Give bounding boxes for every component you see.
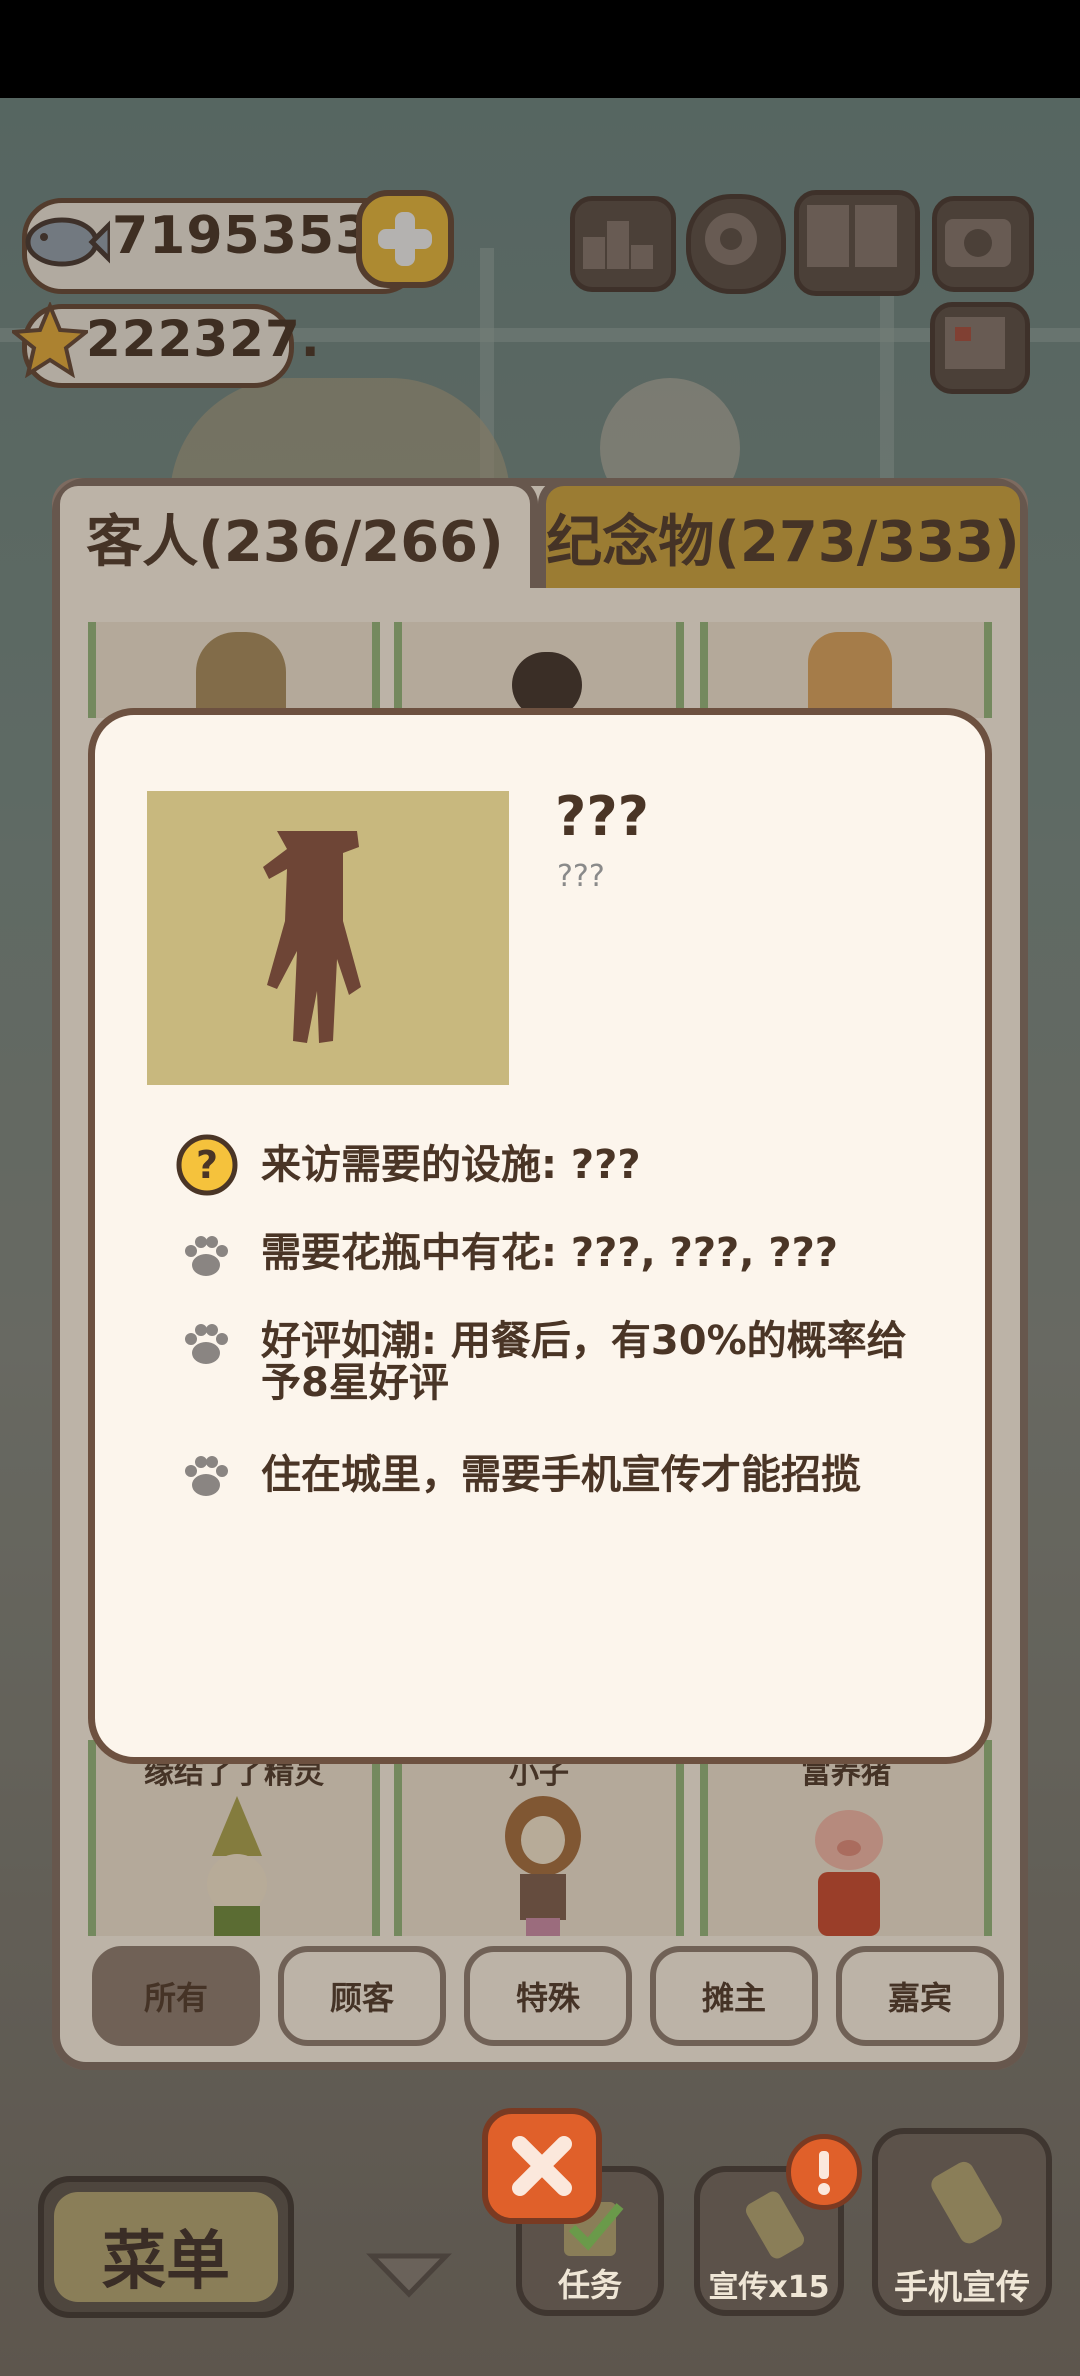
paw-icon bbox=[181, 1231, 231, 1281]
guest-subtitle: ??? bbox=[557, 859, 605, 894]
close-button[interactable] bbox=[482, 2108, 602, 2224]
chevron-down-icon[interactable] bbox=[364, 2248, 454, 2302]
requirement-flowers: 需要花瓶中有花: ???, ???, ??? bbox=[261, 1230, 838, 1276]
menu-label: 菜单 bbox=[102, 2225, 230, 2299]
city-promotion-note: 住在城里，需要手机宣传才能招揽 bbox=[261, 1452, 861, 1498]
review-bonus-line1: 好评如潮: 用餐后，有30%的概率给 bbox=[261, 1318, 907, 1364]
unknown-guest-silhouette bbox=[263, 831, 361, 1043]
promotion-label: 宣传x15 bbox=[708, 2270, 830, 2305]
close-icon bbox=[512, 2136, 572, 2196]
alert-badge-icon bbox=[786, 2134, 862, 2210]
guest-silhouette-frame bbox=[147, 791, 509, 1085]
guest-name-title: ??? bbox=[555, 785, 649, 848]
phone-promotion-button[interactable]: 手机宣传 bbox=[872, 2128, 1052, 2316]
paw-icon bbox=[181, 1319, 231, 1369]
paw-icon bbox=[181, 1451, 231, 1501]
tasks-label: 任务 bbox=[557, 2266, 622, 2304]
question-icon: ? bbox=[175, 1133, 239, 1197]
svg-text:?: ? bbox=[196, 1143, 218, 1187]
menu-button[interactable]: 菜单 bbox=[38, 2176, 294, 2318]
requirement-facility: 来访需要的设施: ??? bbox=[261, 1142, 641, 1188]
guest-detail-popup[interactable]: ??? ??? ? 来访需要的设施: ??? 需要花瓶中有花: ???, ???… bbox=[88, 708, 992, 1764]
smartphone-icon bbox=[926, 2158, 1010, 2248]
review-bonus-line2: 予8星好评 bbox=[261, 1360, 449, 1406]
phone-promotion-label: 手机宣传 bbox=[894, 2268, 1030, 2308]
